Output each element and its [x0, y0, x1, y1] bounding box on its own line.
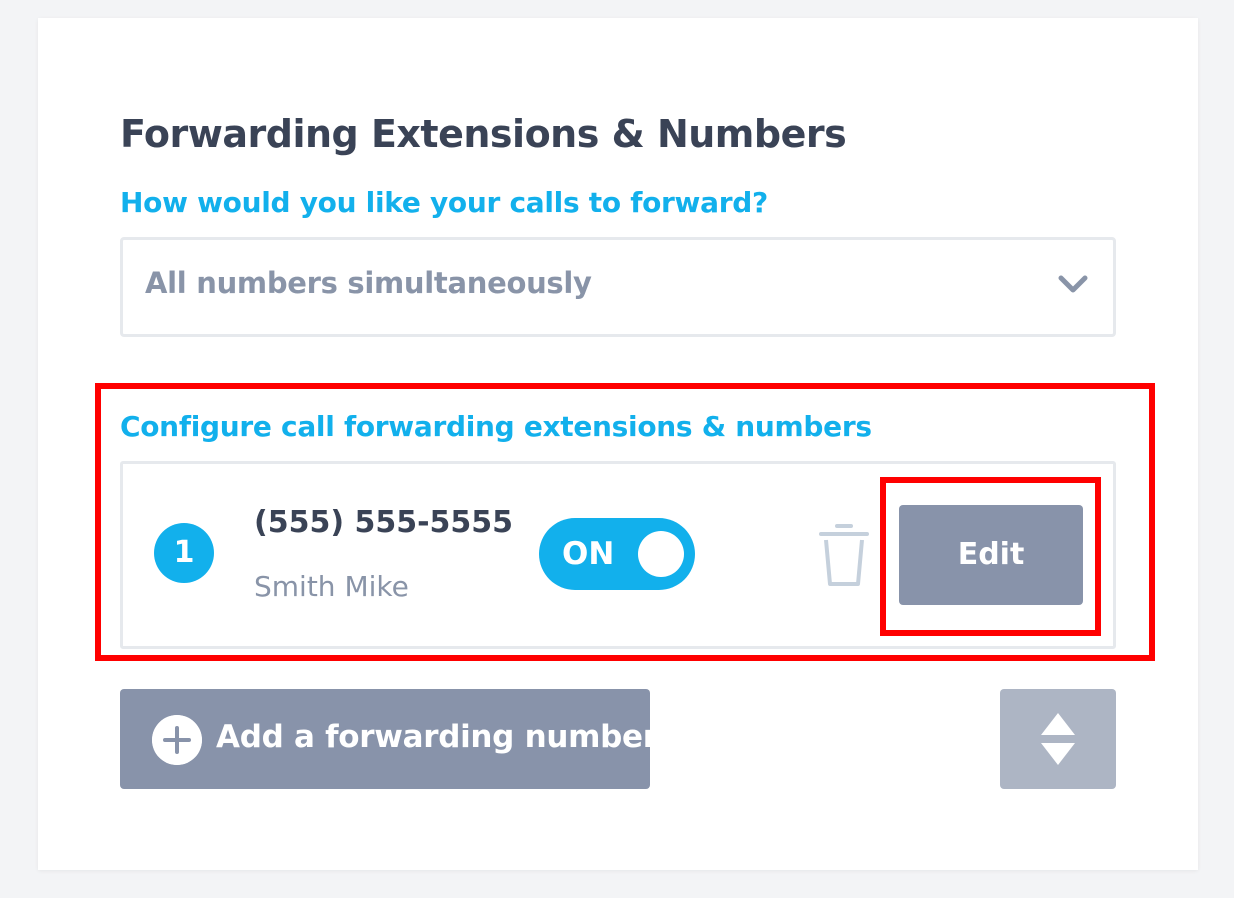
reorder-button[interactable] — [1000, 689, 1116, 789]
forward-mode-select[interactable]: All numbers simultaneously — [120, 237, 1116, 337]
plus-circle-icon — [152, 715, 202, 765]
chevron-down-icon — [1058, 275, 1088, 293]
add-forwarding-number-label: Add a forwarding number — [216, 719, 658, 755]
add-forwarding-number-button[interactable]: Add a forwarding number — [120, 689, 658, 789]
edit-button-highlight — [880, 477, 1101, 636]
forward-mode-label: How would you like your calls to forward… — [120, 186, 768, 219]
sort-icon — [1041, 713, 1075, 765]
page-title: Forwarding Extensions & Numbers — [120, 112, 847, 156]
forward-mode-selected-value: All numbers simultaneously — [145, 266, 592, 300]
